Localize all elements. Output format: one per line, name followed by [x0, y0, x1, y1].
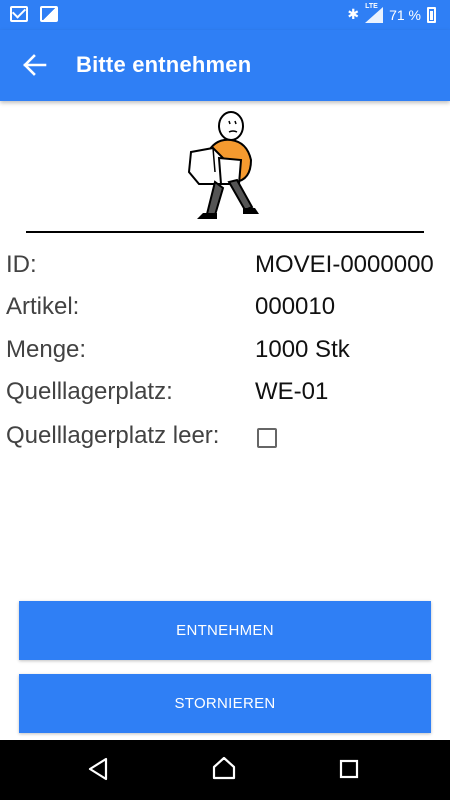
quelllagerplatz-label: Quelllagerplatz: [6, 378, 173, 405]
row-artikel: Artikel: 000010 [0, 289, 450, 329]
id-value: MOVEI-0000000 [255, 251, 434, 278]
page-title: Bitte entnehmen [76, 52, 252, 77]
entnehmen-button[interactable]: ENTNEHMEN [19, 601, 431, 660]
divider [26, 231, 424, 233]
arrow-left-icon[interactable] [22, 52, 48, 78]
gmail-icon [10, 6, 28, 22]
app-bar: Bitte entnehmen [0, 30, 450, 101]
quelllagerplatz-leer-label: Quelllagerplatz leer: [6, 422, 220, 449]
person-carrying-box-icon [185, 110, 265, 225]
id-label: ID: [6, 251, 37, 278]
back-triangle-icon[interactable] [84, 754, 114, 784]
battery-icon [427, 6, 436, 23]
row-quelllagerplatz: Quelllagerplatz: WE-01 [0, 374, 450, 414]
lte-signal-icon: LTE [365, 3, 384, 23]
quelllagerplatz-leer-checkbox[interactable] [257, 428, 277, 448]
bluetooth-icon: ✱ [347, 6, 360, 22]
menge-label: Menge: [6, 336, 87, 363]
home-icon[interactable] [209, 754, 239, 784]
network-type-label: LTE [365, 2, 378, 10]
gallery-icon [40, 6, 58, 22]
artikel-value: 000010 [255, 293, 336, 320]
battery-percentage: 71 % [389, 6, 421, 23]
system-navigation-bar [0, 740, 450, 800]
row-quelllagerplatz-leer: Quelllagerplatz leer: [0, 418, 450, 458]
stornieren-button[interactable]: STORNIEREN [19, 674, 431, 733]
status-bar: ✱ LTE 71 % [0, 0, 450, 30]
row-id: ID: MOVEI-0000000 [0, 247, 450, 287]
recent-apps-icon[interactable] [334, 754, 364, 784]
quelllagerplatz-value: WE-01 [255, 378, 329, 405]
menge-value: 1000 Stk [255, 336, 350, 363]
row-menge: Menge: 1000 Stk [0, 332, 450, 372]
artikel-label: Artikel: [6, 293, 80, 320]
